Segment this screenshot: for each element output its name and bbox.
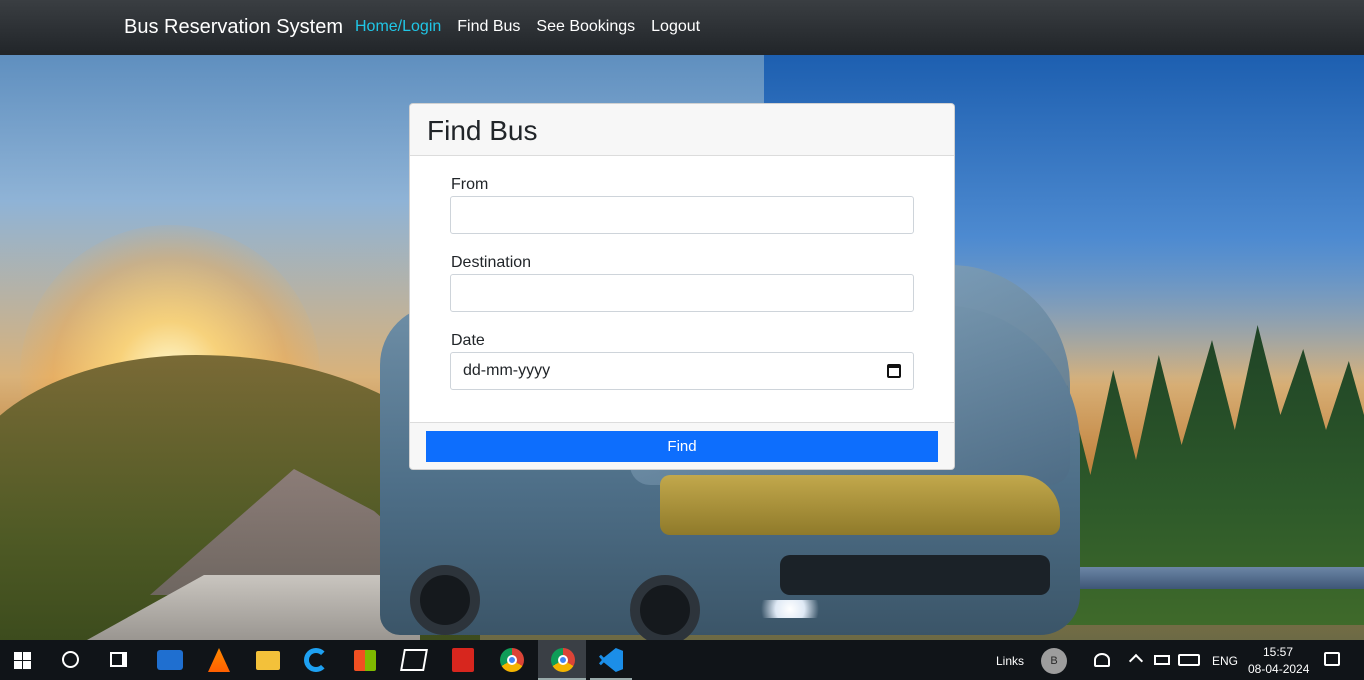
bus-wheel xyxy=(630,575,700,640)
nav-links: Home/Login Find Bus See Bookings Logout xyxy=(355,18,700,36)
find-button[interactable]: Find xyxy=(426,431,938,462)
calendar-icon[interactable] xyxy=(887,364,901,378)
guard-rail xyxy=(1044,567,1364,589)
date-label: Date xyxy=(451,332,485,349)
vlc-icon[interactable] xyxy=(208,648,230,672)
bus-grille xyxy=(780,555,1050,595)
bus-headlight xyxy=(755,600,825,618)
from-input[interactable] xyxy=(450,196,914,234)
battery-icon[interactable] xyxy=(1154,655,1170,665)
chrome-profile-taskbar-item[interactable] xyxy=(538,640,586,680)
acrobat-pdf-icon[interactable] xyxy=(452,648,474,672)
navbar: Bus Reservation System Home/Login Find B… xyxy=(0,0,1364,55)
mail-icon[interactable] xyxy=(157,650,183,670)
file-explorer-icon[interactable] xyxy=(256,651,280,670)
vscode-icon xyxy=(599,648,623,672)
people-icon[interactable] xyxy=(1094,653,1110,667)
files-icon[interactable] xyxy=(400,649,428,671)
search-icon[interactable] xyxy=(62,651,79,668)
nav-link-logout[interactable]: Logout xyxy=(651,18,700,36)
brand-title[interactable]: Bus Reservation System xyxy=(124,16,343,39)
nav-link-find-bus[interactable]: Find Bus xyxy=(457,18,520,36)
vscode-taskbar-item[interactable] xyxy=(590,640,632,680)
bus-stripe xyxy=(660,475,1060,535)
avatar[interactable]: B xyxy=(1041,648,1067,674)
links-toolbar[interactable]: Links xyxy=(996,654,1024,668)
task-view-icon[interactable] xyxy=(110,652,127,667)
clock-time[interactable]: 15:57 xyxy=(1263,645,1293,659)
from-label: From xyxy=(451,176,489,193)
nav-link-home-login[interactable]: Home/Login xyxy=(355,18,441,36)
store-icon[interactable] xyxy=(354,650,376,671)
internet-explorer-icon[interactable] xyxy=(304,648,328,672)
card-title: Find Bus xyxy=(427,115,538,146)
date-placeholder: dd-mm-yyyy xyxy=(463,362,551,379)
card-header: Find Bus xyxy=(410,104,954,156)
notification-icon[interactable] xyxy=(1324,652,1340,666)
language-indicator[interactable]: ENG xyxy=(1212,654,1238,668)
chrome-profile-icon xyxy=(551,648,575,672)
bus-wheel xyxy=(410,565,480,635)
card-footer: Find xyxy=(410,422,954,469)
date-input[interactable]: dd-mm-yyyy xyxy=(450,352,914,390)
find-bus-card: Find Bus From Destination Date dd-mm-yyy… xyxy=(409,103,955,470)
destination-input[interactable] xyxy=(450,274,914,312)
nav-link-see-bookings[interactable]: See Bookings xyxy=(536,18,635,36)
destination-label: Destination xyxy=(451,254,532,271)
clock-date[interactable]: 08-04-2024 xyxy=(1248,662,1309,676)
windows-icon[interactable] xyxy=(14,652,31,669)
keyboard-icon[interactable] xyxy=(1178,654,1200,666)
chrome-icon[interactable] xyxy=(500,648,524,672)
